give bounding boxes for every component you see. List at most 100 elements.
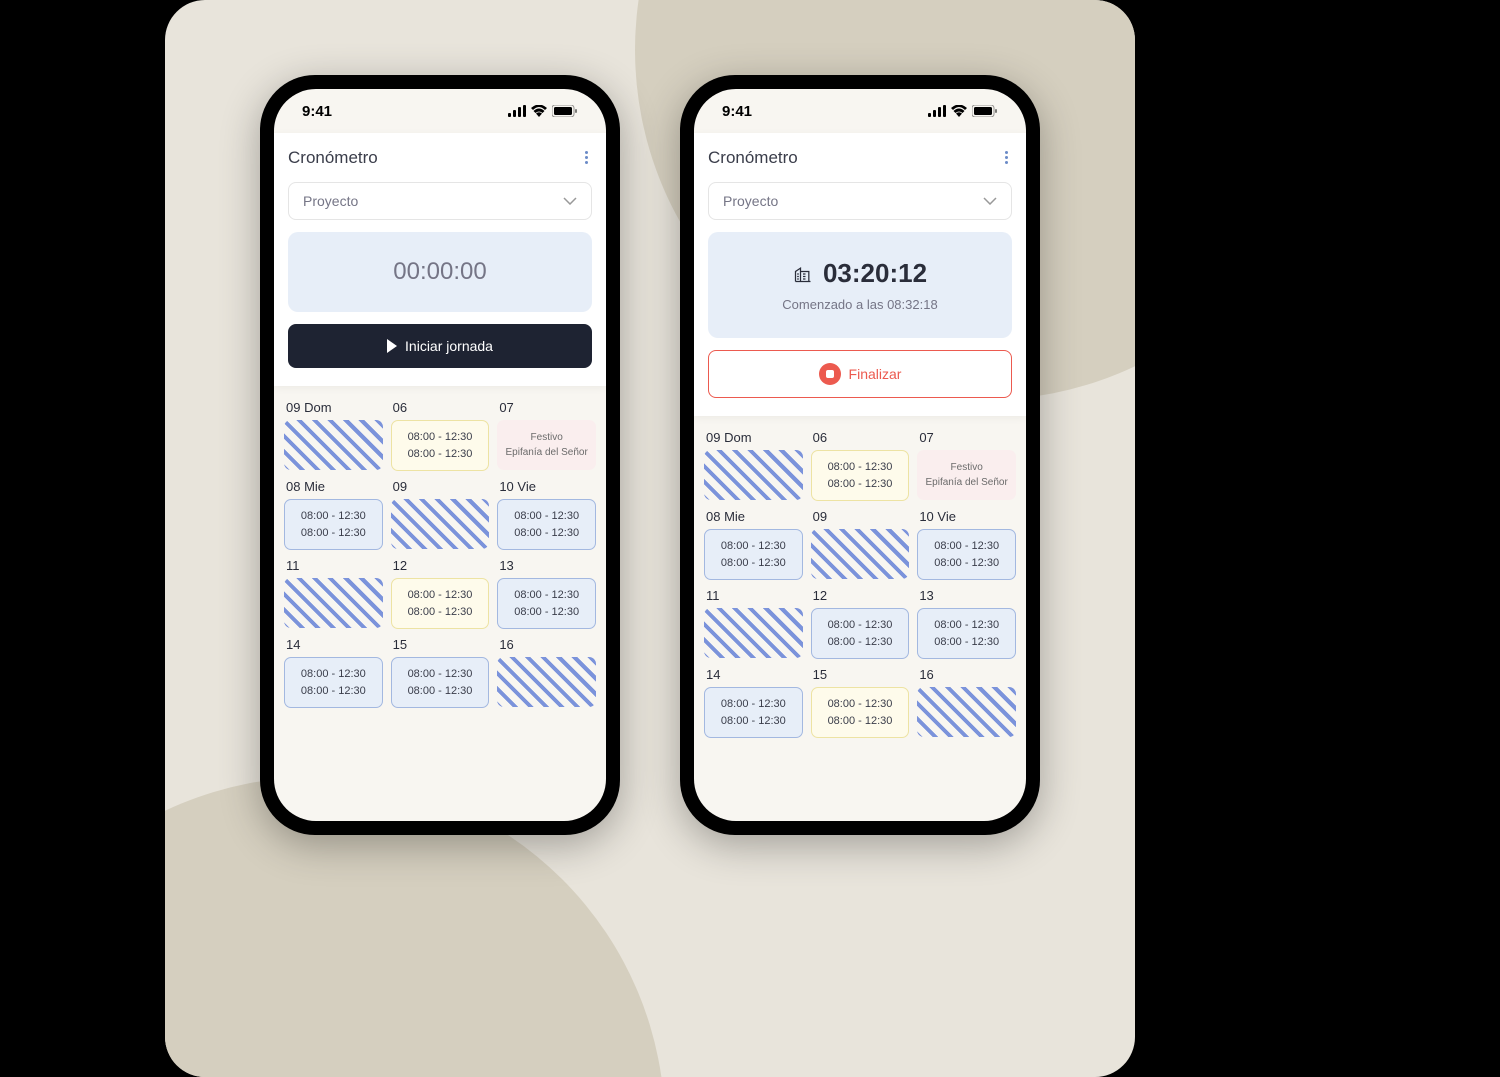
calendar-day-box: 08:00 - 12:3008:00 - 12:30	[391, 420, 490, 471]
calendar-day-box	[811, 529, 910, 579]
calendar-cell[interactable]: 09	[811, 509, 910, 580]
building-icon	[793, 264, 813, 284]
calendar-cell[interactable]: 10 Vie 08:00 - 12:3008:00 - 12:30	[497, 479, 596, 550]
calendar-day-label: 09 Dom	[704, 430, 803, 445]
calendar-entry-line: 08:00 - 12:30	[514, 525, 579, 542]
timer-display: 03:20:12 Comenzado a las 08:32:18	[708, 232, 1012, 338]
calendar-cell[interactable]: 07FestivoEpifanía del Señor	[497, 400, 596, 471]
calendar-day-box: 08:00 - 12:3008:00 - 12:30	[704, 529, 803, 580]
stop-icon	[819, 363, 841, 385]
calendar-cell[interactable]: 07FestivoEpifanía del Señor	[917, 430, 1016, 501]
calendar-day-label: 12	[391, 558, 490, 573]
calendar-grid: 09 Dom 0608:00 - 12:3008:00 - 12:3007Fest…	[284, 400, 596, 708]
calendar-cell[interactable]: 16	[497, 637, 596, 708]
calendar-day-label: 10 Vie	[497, 479, 596, 494]
page-title: Cronómetro	[288, 148, 378, 168]
calendar-day-box: 08:00 - 12:3008:00 - 12:30	[811, 450, 910, 501]
calendar-entry-line: 08:00 - 12:30	[934, 617, 999, 634]
calendar-day-box: 08:00 - 12:3008:00 - 12:30	[497, 578, 596, 629]
calendar-entry-line: 08:00 - 12:30	[721, 538, 786, 555]
timer-row: 03:20:12	[722, 258, 998, 289]
calendar-entry-line: Epifanía del Señor	[926, 475, 1008, 490]
calendar-entry-line: 08:00 - 12:30	[408, 446, 473, 463]
calendar-day-label: 09 Dom	[284, 400, 383, 415]
phones-container: 9:41 Cronómetro Proyecto 00:00:00	[165, 0, 1135, 1077]
more-menu-button[interactable]	[1001, 147, 1012, 168]
calendar-cell[interactable]: 10 Vie08:00 - 12:3008:00 - 12:30	[917, 509, 1016, 580]
calendar-entry-line: 08:00 - 12:30	[301, 525, 366, 542]
calendar-day-label: 07	[497, 400, 596, 415]
calendar-entry-line: 08:00 - 12:30	[408, 683, 473, 700]
calendar-entry-line: 08:00 - 12:30	[408, 587, 473, 604]
calendar-day-label: 09	[391, 479, 490, 494]
calendar-entry-line: Festivo	[951, 460, 983, 475]
calendar-cell[interactable]: 08 Mie08:00 - 12:3008:00 - 12:30	[284, 479, 383, 550]
calendar-cell[interactable]: 09 Dom	[284, 400, 383, 471]
calendar-cell[interactable]: 12 08:00 - 12:3008:00 - 12:30	[811, 588, 910, 659]
calendar-day-box	[391, 499, 490, 549]
calendar-day-box	[704, 608, 803, 658]
calendar-day-label: 11	[284, 558, 383, 573]
start-button[interactable]: Iniciar jornada	[288, 324, 592, 368]
calendar-cell[interactable]: 13 08:00 - 12:3008:00 - 12:30	[497, 558, 596, 629]
calendar-cell[interactable]: 15 08:00 - 12:3008:00 - 12:30	[811, 667, 910, 738]
calendar-day-label: 13	[497, 558, 596, 573]
phone-screen: 9:41 Cronómetro Proyecto	[694, 89, 1026, 821]
phone-mockup-b: 9:41 Cronómetro Proyecto	[680, 75, 1040, 835]
calendar-entry-line: Epifanía del Señor	[506, 445, 588, 460]
calendar-cell[interactable]: 16	[917, 667, 1016, 738]
calendar-cell[interactable]: 11	[704, 588, 803, 659]
calendar-day-box: 08:00 - 12:3008:00 - 12:30	[497, 499, 596, 550]
calendar-day-label: 16	[917, 667, 1016, 682]
calendar-day-label: 13	[917, 588, 1016, 603]
calendar-day-box	[284, 420, 383, 470]
timer-display: 00:00:00	[288, 232, 592, 312]
calendar-cell[interactable]: 14 08:00 - 12:3008:00 - 12:30	[704, 667, 803, 738]
calendar-entry-line: 08:00 - 12:30	[301, 666, 366, 683]
calendar-cell[interactable]: 0608:00 - 12:3008:00 - 12:30	[811, 430, 910, 501]
calendar-day-label: 15	[811, 667, 910, 682]
stop-button-label: Finalizar	[849, 366, 902, 382]
status-icons	[928, 105, 998, 117]
calendar-day-box: 08:00 - 12:3008:00 - 12:30	[284, 499, 383, 550]
calendar-cell[interactable]: 09	[391, 479, 490, 550]
calendar: 09 Dom 0608:00 - 12:3008:00 - 12:3007Fest…	[274, 386, 606, 821]
calendar-day-label: 16	[497, 637, 596, 652]
calendar-entry-line: 08:00 - 12:30	[721, 696, 786, 713]
project-select-label: Proyecto	[303, 193, 358, 209]
chevron-down-icon	[563, 197, 577, 205]
calendar-cell[interactable]: 1508:00 - 12:3008:00 - 12:30	[391, 637, 490, 708]
calendar-cell[interactable]: 1208:00 - 12:3008:00 - 12:30	[391, 558, 490, 629]
project-select[interactable]: Proyecto	[288, 182, 592, 220]
project-select[interactable]: Proyecto	[708, 182, 1012, 220]
calendar-entry-line: 08:00 - 12:30	[408, 666, 473, 683]
calendar-entry-line: 08:00 - 12:30	[301, 683, 366, 700]
calendar-day-box	[284, 578, 383, 628]
calendar-day-box: 08:00 - 12:3008:00 - 12:30	[811, 608, 910, 659]
calendar-entry-line: 08:00 - 12:30	[828, 617, 893, 634]
play-icon	[387, 339, 397, 353]
calendar-cell[interactable]: 13 08:00 - 12:3008:00 - 12:30	[917, 588, 1016, 659]
calendar-entry-line: 08:00 - 12:30	[828, 713, 893, 730]
calendar-cell[interactable]: 0608:00 - 12:3008:00 - 12:30	[391, 400, 490, 471]
calendar-entry-line: 08:00 - 12:30	[721, 713, 786, 730]
calendar-entry-line: 08:00 - 12:30	[828, 476, 893, 493]
calendar-day-label: 14	[284, 637, 383, 652]
status-time: 9:41	[302, 103, 332, 120]
calendar-day-box: 08:00 - 12:3008:00 - 12:30	[917, 608, 1016, 659]
stop-button[interactable]: Finalizar	[708, 350, 1012, 398]
calendar-cell[interactable]: 09 Dom	[704, 430, 803, 501]
calendar-day-box: 08:00 - 12:3008:00 - 12:30	[811, 687, 910, 738]
status-icons	[508, 105, 578, 117]
calendar-cell[interactable]: 08 Mie08:00 - 12:3008:00 - 12:30	[704, 509, 803, 580]
calendar-cell[interactable]: 14 08:00 - 12:3008:00 - 12:30	[284, 637, 383, 708]
calendar-day-label: 14	[704, 667, 803, 682]
calendar-cell[interactable]: 11	[284, 558, 383, 629]
calendar-day-label: 12	[811, 588, 910, 603]
calendar-day-box	[917, 687, 1016, 737]
project-select-label: Proyecto	[723, 193, 778, 209]
more-menu-button[interactable]	[581, 147, 592, 168]
calendar-entry-line: 08:00 - 12:30	[514, 587, 579, 604]
signal-icon	[928, 105, 946, 117]
calendar-entry-line: 08:00 - 12:30	[514, 508, 579, 525]
